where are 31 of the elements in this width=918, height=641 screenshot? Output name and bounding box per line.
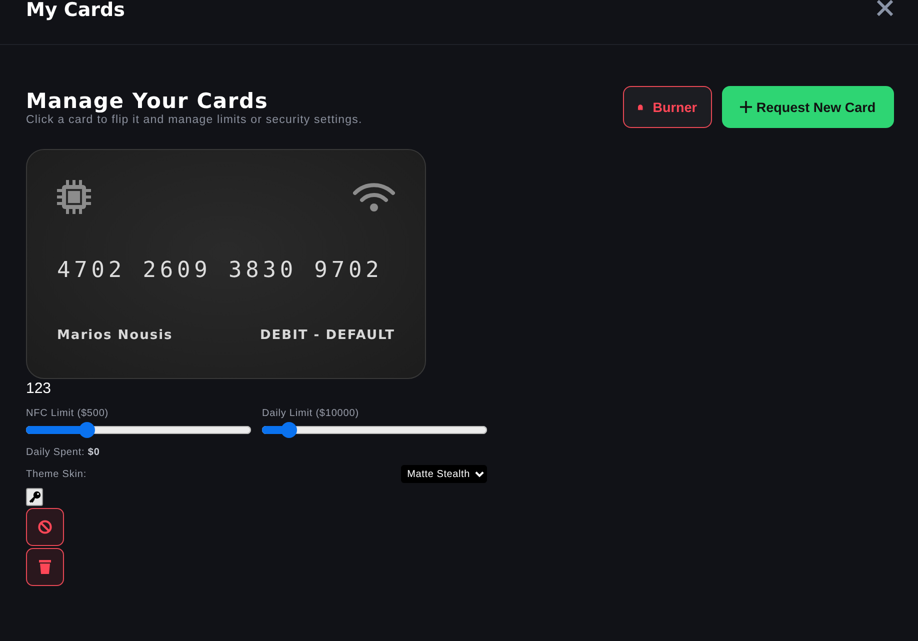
- close-icon: [877, 0, 893, 16]
- card-holder: Marios Nousis: [57, 328, 173, 344]
- trash-icon: [39, 560, 51, 574]
- limit-slider[interactable]: [26, 422, 251, 438]
- request-card-button[interactable]: Request New Card: [722, 86, 894, 128]
- credit-card[interactable]: 4702 2609 3830 9702 Marios Nousis DEBIT - DEFAULT: [26, 149, 426, 379]
- theme-label: Theme Skin:: [26, 468, 87, 480]
- chip-icon: [57, 180, 91, 214]
- card-number: 4702 2609 3830 9702: [57, 258, 384, 284]
- dialog-title: My Cards: [26, 0, 125, 21]
- limit-slider[interactable]: [262, 422, 487, 438]
- card-type: DEBIT - DEFAULT: [260, 328, 395, 344]
- card-cvv: 123: [26, 380, 52, 398]
- daily-spent-text: Daily Spent: $0: [26, 446, 100, 459]
- delete-card-button[interactable]: [26, 548, 64, 586]
- slider-thumb[interactable]: [78, 422, 95, 438]
- limit-label: NFC Limit ($500): [26, 407, 110, 420]
- theme-select[interactable]: Matte Stealth: [401, 465, 487, 483]
- page-subtitle: Click a card to flip it and manage limits or security settings.: [26, 112, 362, 126]
- block-card-button[interactable]: [26, 508, 64, 546]
- key-icon: [28, 491, 40, 503]
- close-button[interactable]: [877, 0, 893, 16]
- wifi-icon: [353, 182, 395, 212]
- chevron-down-icon: [475, 470, 484, 478]
- block-icon: [38, 520, 52, 534]
- slider-thumb[interactable]: [281, 422, 297, 438]
- limit-label: Daily Limit ($10000): [262, 407, 360, 420]
- key-button[interactable]: [26, 488, 43, 506]
- plus-icon: [740, 101, 752, 113]
- burner-button[interactable]: Burner: [623, 86, 712, 128]
- page-title: Manage Your Cards: [26, 88, 270, 114]
